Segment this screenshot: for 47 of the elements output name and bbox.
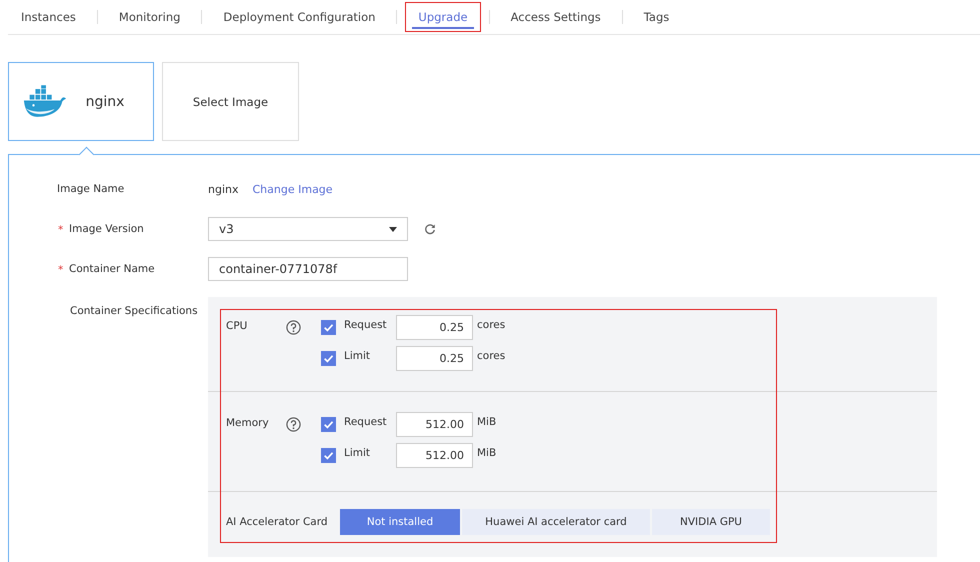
version-select[interactable]: v3 bbox=[208, 217, 408, 241]
tab[interactable]: Instances bbox=[8, 2, 89, 32]
card-label: nginx bbox=[86, 94, 124, 110]
tab[interactable]: Deployment Configuration bbox=[210, 2, 388, 32]
help-icon[interactable] bbox=[286, 417, 301, 432]
unit-label: cores bbox=[477, 350, 506, 362]
tab[interactable]: Access Settings bbox=[498, 2, 614, 32]
checkbox-label: Request bbox=[344, 416, 388, 428]
checkbox-label: Request bbox=[344, 318, 388, 330]
field-label: Image Version bbox=[69, 223, 144, 235]
change-image-link[interactable]: Change Image bbox=[252, 182, 333, 196]
image-name-value: nginx bbox=[208, 182, 238, 196]
field-label: Image Name bbox=[56, 183, 126, 195]
image-card[interactable]: Select Image bbox=[162, 62, 299, 141]
checkbox[interactable] bbox=[321, 320, 336, 335]
checkbox[interactable] bbox=[321, 417, 336, 432]
required-mark: * bbox=[58, 264, 64, 276]
accelerator-label: AI Accelerator Card bbox=[226, 516, 329, 528]
tab[interactable]: Upgrade bbox=[405, 2, 481, 32]
container-name-field[interactable]: container-0771078f bbox=[208, 257, 408, 281]
help-icon[interactable] bbox=[286, 320, 301, 335]
tab[interactable]: Tags bbox=[630, 2, 682, 32]
checkbox-label: Limit bbox=[344, 350, 372, 362]
accelerator-option[interactable]: Huawei AI accelerator card bbox=[462, 509, 650, 535]
card-label: Select Image bbox=[192, 94, 268, 108]
image-card[interactable]: nginx bbox=[8, 62, 154, 141]
tab[interactable]: Monitoring bbox=[106, 2, 194, 32]
resource-label: CPU bbox=[226, 319, 248, 332]
whale-icon bbox=[22, 85, 68, 118]
unit-label: cores bbox=[477, 318, 506, 330]
amount-field[interactable]: 512.00 bbox=[396, 412, 473, 437]
accelerator-option[interactable]: Not installed bbox=[340, 509, 460, 535]
checkbox[interactable] bbox=[321, 448, 336, 463]
refresh-icon[interactable] bbox=[424, 223, 436, 235]
accelerator-option[interactable]: NVIDIA GPU bbox=[652, 509, 770, 535]
required-mark: * bbox=[58, 224, 64, 236]
unit-label: MiB bbox=[477, 416, 496, 428]
checkbox[interactable] bbox=[321, 351, 336, 366]
unit-label: MiB bbox=[477, 446, 496, 458]
caret-icon bbox=[389, 226, 397, 232]
amount-field[interactable]: 512.00 bbox=[396, 443, 473, 468]
field-label: Container Name bbox=[69, 263, 155, 275]
checkbox-label: Limit bbox=[344, 446, 372, 458]
resource-label: Memory bbox=[226, 416, 270, 429]
field-label: Container Specifications bbox=[69, 304, 199, 317]
amount-field[interactable]: 0.25 bbox=[396, 315, 473, 340]
amount-field[interactable]: 0.25 bbox=[396, 346, 473, 371]
